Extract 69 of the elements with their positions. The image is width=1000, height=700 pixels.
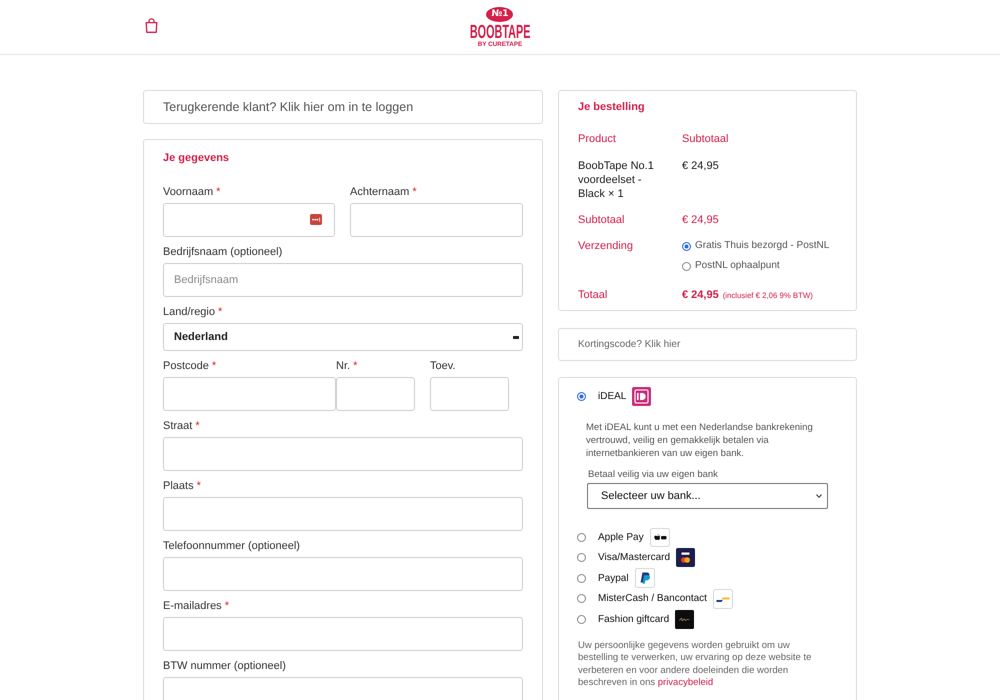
total-label: Totaal: [578, 288, 608, 302]
column-header: Subtotaal: [682, 132, 728, 146]
field-label: Straat *: [163, 419, 200, 433]
privacy-link[interactable]: privacybeleid: [658, 677, 714, 688]
shipping-label: Verzending: [578, 239, 634, 253]
payment-method-label[interactable]: Fashion giftcard: [598, 614, 670, 625]
input-field[interactable]: [163, 203, 335, 237]
giftcard-logo-icon: [675, 610, 694, 629]
field-label: Bedrijfsnaam (optioneel): [163, 245, 282, 259]
field-label: Toev.: [430, 359, 456, 373]
field-label: Telefoonnummer (optioneel): [163, 539, 300, 553]
logo-wordmark[interactable]: BOOBTAPE: [470, 25, 530, 40]
radio-button[interactable]: [682, 242, 691, 250]
shipping-option[interactable]: PostNL ophaalpunt: [695, 259, 780, 273]
field-label: Voornaam *: [163, 185, 220, 199]
apple-pay-logo-icon: [650, 528, 670, 547]
radio-button[interactable]: [577, 594, 586, 604]
chevron-down-icon: [816, 494, 822, 498]
radio-button[interactable]: [682, 262, 691, 270]
input-field[interactable]: [163, 497, 523, 531]
field-label: Betaal veilig via uw eigen bank: [588, 468, 718, 482]
input-field[interactable]: [163, 557, 523, 591]
payment-method-label[interactable]: MisterCash / Bancontact: [598, 593, 707, 604]
payment-description: Met iDEAL kunt u met een Nederlandse bankrekening vertrouwd, veilig en gemakkelijk betalen via internetbankieren van uw eigen bank.: [586, 421, 814, 460]
ideal-logo-icon: [632, 386, 652, 406]
input-field[interactable]: [163, 617, 523, 651]
payment-method-label[interactable]: Apple Pay: [598, 532, 644, 543]
subtotal-value: € 24,95: [682, 213, 719, 227]
field-label: Plaats *: [163, 479, 201, 493]
field-label: Land/regio *: [163, 305, 222, 319]
item-subtotal: € 24,95: [682, 159, 719, 173]
input-field[interactable]: [430, 377, 509, 411]
bank-select[interactable]: Selecteer uw bank...: [587, 483, 828, 509]
section-title: Je bestelling: [578, 100, 645, 115]
total-value: € 24,95: [682, 288, 719, 302]
section-title: Je gegevens: [163, 151, 230, 166]
select-field[interactable]: Nederland: [163, 323, 523, 351]
product-name: BoobTape No.1 voordeelset - Black × 1: [578, 159, 655, 201]
payment-method-label[interactable]: Paypal: [598, 572, 629, 584]
radio-button[interactable]: [577, 574, 586, 583]
shipping-option[interactable]: Gratis Thuis bezorgd - PostNL: [695, 239, 830, 253]
payment-method-label[interactable]: Visa/Mastercard: [598, 552, 670, 564]
logo-badge[interactable]: №1: [486, 7, 514, 22]
login-notice[interactable]: Terugkerende klant? Klik hier om in te loggen: [143, 90, 543, 124]
input-field[interactable]: Bedrijfsnaam: [163, 263, 523, 297]
payment-method-label[interactable]: iDEAL: [598, 390, 626, 402]
input-field[interactable]: [163, 437, 523, 471]
field-label: Postcode *: [163, 359, 216, 373]
field-label: BTW nummer (optioneel): [163, 659, 286, 673]
field-label: Nr. *: [336, 359, 358, 373]
dash-icon: [513, 336, 519, 338]
bancontact-logo-icon: [712, 588, 733, 609]
radio-button[interactable]: [577, 392, 586, 400]
coupon-notice[interactable]: Kortingscode? Klik hier: [558, 328, 857, 361]
input-field[interactable]: [350, 203, 523, 237]
radio-button[interactable]: [577, 614, 586, 624]
radio-button[interactable]: [577, 553, 586, 562]
radio-button[interactable]: [577, 532, 586, 542]
paypal-logo-icon: [634, 568, 655, 588]
privacy-text: Uw persoonlijke gegevens worden gebruikt om uw bestelling te verwerken, uw ervaring op deze website te verbeteren en voor andere doeleinden die worden beschreven in ons privacybeleid: [578, 640, 812, 690]
input-field[interactable]: [163, 377, 336, 411]
column-header: Product: [578, 132, 616, 146]
card-logo-icon: [676, 548, 696, 568]
subtotal-label: Subtotaal: [578, 213, 624, 227]
field-label: E-mailadres *: [163, 599, 229, 613]
field-label: Achternaam *: [350, 185, 417, 199]
autofill-icon[interactable]: [310, 214, 322, 225]
shopping-bag-icon[interactable]: [145, 18, 158, 33]
input-field[interactable]: [336, 377, 415, 411]
